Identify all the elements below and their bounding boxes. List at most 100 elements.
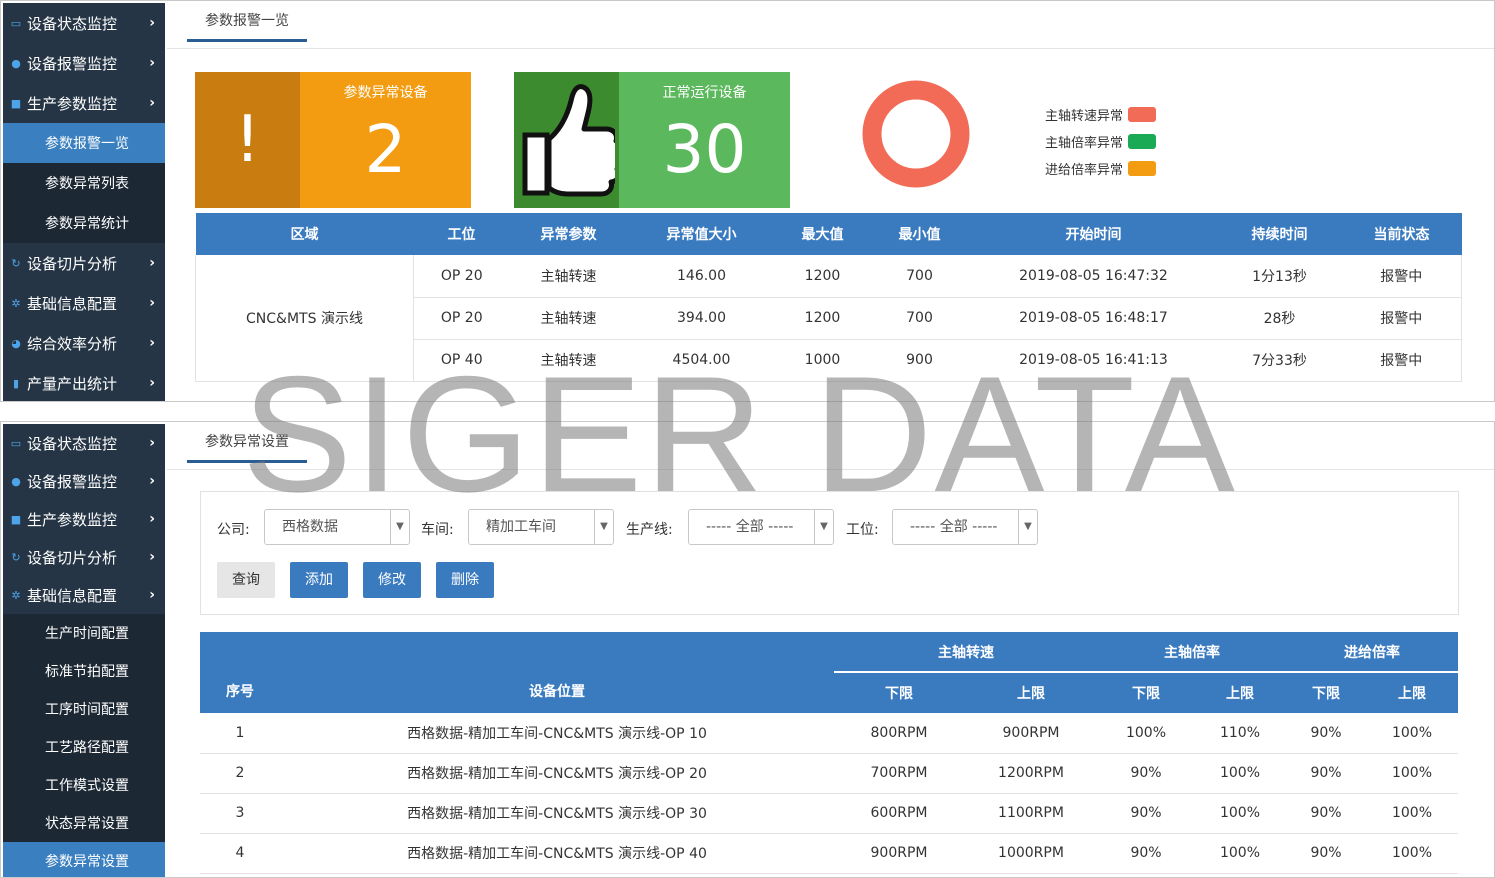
query-button[interactable]: 查询 xyxy=(217,562,275,598)
sidebar-item-device-alarm[interactable]: ● 设备报警监控 › xyxy=(3,43,165,83)
table-cell: 100% xyxy=(1366,753,1458,794)
sidebar-item-slice-analysis[interactable]: ↻ 设备切片分析 › xyxy=(3,243,165,283)
sidebar-item-production-params[interactable]: ■ 生产参数监控 › xyxy=(3,500,165,538)
sidebar-item-label: 生产参数监控 xyxy=(27,510,118,529)
table-cell: 100% xyxy=(1366,713,1458,754)
column-header: 开始时间 xyxy=(969,213,1218,255)
sidebar-sub-alarm-overview[interactable]: 参数报警一览 xyxy=(3,123,165,163)
sidebar-sub-process-time[interactable]: 工序时间配置 xyxy=(3,690,165,728)
sidebar-item-efficiency[interactable]: ◕ 综合效率分析 › xyxy=(3,323,165,363)
tab-alarm-overview[interactable]: 参数报警一览 xyxy=(187,9,307,42)
tab-param-abnormal-settings[interactable]: 参数异常设置 xyxy=(187,430,307,463)
line-select[interactable]: ----- 全部 ----- ▼ xyxy=(688,509,834,545)
table-cell: 主轴转速 xyxy=(509,339,628,382)
chevron-down-icon: ▼ xyxy=(1018,510,1037,544)
abnormal-settings-panel: ▭ 设备状态监控 › ● 设备报警监控 › ■ 生产参数监控 › ↻ 设备切片分… xyxy=(0,421,1495,878)
sidebar: ▭ 设备状态监控 › ● 设备报警监控 › ■ 生产参数监控 › 参数报警一览 … xyxy=(3,3,165,401)
table-cell: 900RPM xyxy=(834,833,964,874)
sidebar-item-label: 基础信息配置 xyxy=(27,586,118,605)
table-cell: 90% xyxy=(1286,753,1366,794)
pie-icon: ◕ xyxy=(11,336,21,350)
zone-cell: CNC&MTS 演示线 xyxy=(195,255,414,382)
chevron-right-icon: › xyxy=(149,511,155,527)
line-select-value: ----- 全部 ----- xyxy=(706,519,794,535)
chevron-down-icon: ▼ xyxy=(814,510,833,544)
table-cell: 1100RPM xyxy=(964,793,1098,834)
sidebar-item-label: 设备报警监控 xyxy=(27,54,118,73)
delete-button[interactable]: 删除 xyxy=(436,562,494,598)
table-cell: 西格数据-精加工车间-CNC&MTS 演示线-OP 20 xyxy=(280,753,834,794)
table-row[interactable]: 1 西格数据-精加工车间-CNC&MTS 演示线-OP 10 800RPM 90… xyxy=(200,713,1458,754)
table-cell: 2019-08-05 16:47:32 xyxy=(969,255,1218,298)
sidebar-item-output-stats[interactable]: ▮ 产量产出统计 › xyxy=(3,363,165,401)
sidebar-item-device-status[interactable]: ▭ 设备状态监控 › xyxy=(3,3,165,43)
refresh-icon: ↻ xyxy=(11,256,21,270)
legend-label: 进给倍率异常 xyxy=(1045,163,1124,178)
sidebar-item-device-status[interactable]: ▭ 设备状态监控 › xyxy=(3,424,165,462)
company-label: 公司: xyxy=(217,522,250,538)
table-cell: 700 xyxy=(869,297,970,340)
sidebar-sub-abnormal-list[interactable]: 参数异常列表 xyxy=(3,163,165,203)
table-cell: 900RPM xyxy=(964,713,1098,754)
workshop-select[interactable]: 精加工车间 ▼ xyxy=(468,509,614,545)
exclamation-icon: ! xyxy=(195,72,300,208)
station-select-value: ----- 全部 ----- xyxy=(910,519,998,535)
sidebar-item-label: 设备报警监控 xyxy=(27,472,118,491)
table-row[interactable]: 3 西格数据-精加工车间-CNC&MTS 演示线-OP 30 600RPM 11… xyxy=(200,793,1458,834)
refresh-icon: ↻ xyxy=(11,550,21,564)
chevron-down-icon: ▼ xyxy=(594,510,613,544)
sidebar-sub-standard-takt[interactable]: 标准节拍配置 xyxy=(3,652,165,690)
company-select[interactable]: 西格数据 ▼ xyxy=(264,509,410,545)
sidebar-item-production-params[interactable]: ■ 生产参数监控 › xyxy=(3,83,165,123)
column-header: 设备位置 xyxy=(280,632,834,713)
sidebar-sub-abnormal-stats[interactable]: 参数异常统计 xyxy=(3,203,165,243)
table-cell: 90% xyxy=(1286,833,1366,874)
sitemap-icon: ■ xyxy=(10,512,22,526)
sidebar-sub-work-mode[interactable]: 工作模式设置 xyxy=(3,766,165,804)
alarm-overview-panel: ▭ 设备状态监控 › ● 设备报警监控 › ■ 生产参数监控 › 参数报警一览 … xyxy=(0,0,1495,402)
alarm-table: 区域 工位 异常参数 异常值大小 最大值 最小值 开始时间 持续时间 当前状态 … xyxy=(195,213,1462,382)
table-cell: 主轴转速 xyxy=(509,297,628,340)
table-cell: 2 xyxy=(200,753,280,794)
table-row[interactable]: 2 西格数据-精加工车间-CNC&MTS 演示线-OP 20 700RPM 12… xyxy=(200,753,1458,794)
table-row[interactable]: CNC&MTS 演示线 OP 20 主轴转速 146.00 1200 700 2… xyxy=(195,255,1462,382)
sidebar-item-basic-config[interactable]: ✲ 基础信息配置 › xyxy=(3,576,165,614)
table-cell: 西格数据-精加工车间-CNC&MTS 演示线-OP 30 xyxy=(280,793,834,834)
sidebar-item-label: 设备切片分析 xyxy=(27,254,118,273)
sidebar-sub-route[interactable]: 工艺路径配置 xyxy=(3,728,165,766)
card-title: 参数异常设备 xyxy=(343,85,428,101)
sidebar-item-basic-config[interactable]: ✲ 基础信息配置 › xyxy=(3,283,165,323)
table-cell: 2019-08-05 16:41:13 xyxy=(969,339,1218,382)
table-cell: 报警中 xyxy=(1341,255,1462,298)
column-header: 持续时间 xyxy=(1217,213,1342,255)
column-header: 异常参数 xyxy=(509,213,628,255)
column-header: 上限 xyxy=(1194,672,1286,713)
sidebar-sub-param-abnormal[interactable]: 参数异常设置 xyxy=(3,842,165,877)
sidebar-item-slice-analysis[interactable]: ↻ 设备切片分析 › xyxy=(3,538,165,576)
station-select[interactable]: ----- 全部 ----- ▼ xyxy=(892,509,1038,545)
chevron-right-icon: › xyxy=(149,549,155,565)
column-header: 上限 xyxy=(1366,672,1458,713)
ring-segment xyxy=(862,80,970,188)
tab-bar: 参数报警一览 xyxy=(187,9,307,45)
table-cell: 报警中 xyxy=(1341,297,1462,340)
table-cell: 主轴转速 xyxy=(509,255,628,298)
column-header: 下限 xyxy=(1286,672,1366,713)
edit-button[interactable]: 修改 xyxy=(363,562,421,598)
normal-devices-card: 正常运行设备 30 xyxy=(514,72,790,208)
column-header: 区域 xyxy=(195,213,414,255)
table-cell: 100% xyxy=(1194,833,1286,874)
table-cell: 西格数据-精加工车间-CNC&MTS 演示线-OP 10 xyxy=(280,713,834,754)
group-header: 进给倍率 xyxy=(1286,632,1458,673)
table-cell: 1200 xyxy=(775,255,870,298)
sidebar-item-device-alarm[interactable]: ● 设备报警监控 › xyxy=(3,462,165,500)
add-button[interactable]: 添加 xyxy=(290,562,348,598)
sidebar-sub-production-time[interactable]: 生产时间配置 xyxy=(3,614,165,652)
table-cell: 1分13秒 xyxy=(1217,255,1342,298)
sidebar-sub-status-abnormal[interactable]: 状态异常设置 xyxy=(3,804,165,842)
sidebar-item-label: 综合效率分析 xyxy=(27,334,118,353)
column-header: 上限 xyxy=(964,672,1098,713)
line-label: 生产线: xyxy=(626,522,673,538)
table-cell: 90% xyxy=(1098,793,1194,834)
table-row[interactable]: 4 西格数据-精加工车间-CNC&MTS 演示线-OP 40 900RPM 10… xyxy=(200,833,1458,874)
